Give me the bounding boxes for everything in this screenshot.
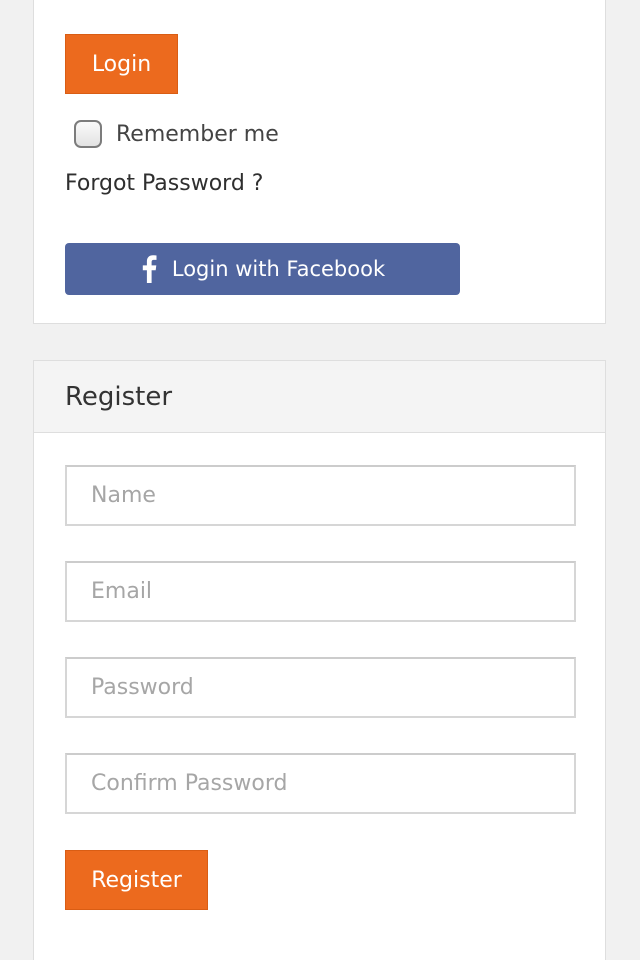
login-with-facebook-button[interactable]: Login with Facebook: [65, 243, 460, 295]
confirm-password-input[interactable]: [65, 753, 576, 814]
login-register-screen: Login Remember me Forgot Password ? Logi…: [0, 0, 640, 960]
login-card: Login Remember me Forgot Password ? Logi…: [33, 0, 606, 324]
forgot-password-link[interactable]: Forgot Password ?: [65, 171, 263, 196]
remember-me-checkbox[interactable]: [74, 120, 102, 148]
facebook-button-label: Login with Facebook: [171, 257, 386, 281]
remember-me-row[interactable]: Remember me: [74, 117, 279, 151]
facebook-f-icon: [140, 255, 158, 283]
password-input[interactable]: [65, 657, 576, 718]
name-input[interactable]: [65, 465, 576, 526]
remember-me-label: Remember me: [116, 121, 279, 147]
login-button[interactable]: Login: [65, 34, 178, 94]
email-input[interactable]: [65, 561, 576, 622]
register-header: Register: [34, 361, 605, 433]
register-button[interactable]: Register: [65, 850, 208, 910]
register-title: Register: [65, 381, 173, 412]
register-card: Register Register: [33, 360, 606, 960]
